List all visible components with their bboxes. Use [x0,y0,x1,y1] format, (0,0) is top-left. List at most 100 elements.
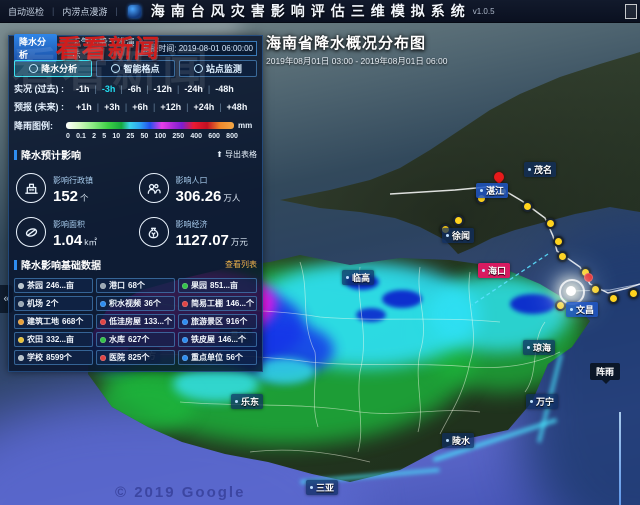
base-data-item[interactable]: 低洼房屋 133...个 [96,314,175,329]
category-dot-icon [100,337,106,343]
typhoon-eye-icon[interactable] [566,286,576,296]
window-control[interactable] [625,4,637,19]
base-data-label: 学校 [27,352,43,363]
category-dot-icon [100,355,106,361]
typhoon-track-point[interactable] [522,201,533,212]
legend-tick: 800 [226,133,238,140]
stat-label: 影响经济 [176,220,208,229]
base-data-item[interactable]: 重点单位 56个 [178,350,257,365]
city-label[interactable]: 陵水 [442,433,474,448]
city-label[interactable]: 琼海 [523,340,555,355]
base-data-item[interactable]: 简易工棚 146...个 [178,296,257,311]
mode-precip-analysis[interactable]: 降水分析 [14,60,92,77]
base-data-item[interactable]: 建筑工地 668个 [14,314,93,329]
city-label[interactable]: 茂名 [524,162,556,177]
actual-time-option[interactable]: -24h [172,84,203,94]
mode-smart-grid[interactable]: 智能格点 [96,60,174,77]
city-label[interactable]: 三亚 [306,480,338,495]
map-title: 海南省降水概况分布图 [266,32,447,53]
forecast-time-option[interactable]: +6h [120,102,148,112]
city-label[interactable]: 临高 [342,270,374,285]
typhoon-track-point[interactable] [608,293,619,304]
base-data-item[interactable]: 学校 8599个 [14,350,93,365]
base-data-item[interactable]: 旅游景区 916个 [178,314,257,329]
mode-label: 智能格点 [123,62,159,75]
stat-population: 影响人口 306.26万人 [139,170,256,206]
view-list-button[interactable]: 查看列表 [225,259,257,270]
forecast-time-option[interactable]: +12h [148,102,181,112]
actual-time-option[interactable]: -1h [76,84,90,94]
typhoon-track-point[interactable] [553,236,564,247]
panel-header: 降水分析 | 天气形势三维演示 预报时间: 2019-08-01 06:00:0… [14,40,257,56]
actual-time-option[interactable]: -48h [203,84,234,94]
category-dot-icon [182,337,188,343]
forecast-time-option[interactable]: +48h [214,102,247,112]
city-label[interactable]: 徐闻 [442,228,474,243]
city-label[interactable]: 湛江 [476,183,508,198]
mode-label: 站点监测 [206,62,242,75]
city-label[interactable]: 海口 [478,263,510,278]
base-data-item[interactable]: 医院 825个 [96,350,175,365]
forecast-time-option[interactable]: +3h [92,102,120,112]
legend-tick: 100 [154,133,166,140]
forecast-time-value: 2019-08-01 06:00:00 [179,44,253,53]
stat-value: 1127.07 [176,232,229,249]
stat-value: 152 [53,188,78,205]
base-data-grid: 茶园 246...亩 港口 68个 果园 851...亩 机场 [14,278,257,365]
typhoon-track-point[interactable] [453,215,464,226]
top-bar: 自动巡检 | 内涝点漫游 | 海南台风灾害影响评估三维模拟系统 v1.0.5 [0,0,640,23]
stat-unit: 万人 [223,193,240,203]
mode-icon [29,64,38,73]
typhoon-track-point[interactable] [590,284,601,295]
base-data-value: 68个 [128,280,145,291]
category-dot-icon [182,301,188,307]
export-table-button[interactable]: ⬆ 导出表格 [216,149,257,160]
forecast-time-option[interactable]: +1h [76,102,92,112]
typhoon-red-point[interactable] [584,273,593,282]
rain-heavycell [356,308,386,322]
base-data-item[interactable]: 铁皮屋 146...个 [178,332,257,347]
typhoon-track-point[interactable] [557,251,568,262]
app-title: 海南台风灾害影响评估三维模拟系统 [151,1,471,21]
legend-tick: 600 [208,133,220,140]
menu-waterlogging-roam[interactable]: 内涝点漫游 [62,5,107,18]
tab-divider: | [63,43,65,53]
base-data-label: 果园 [191,280,207,291]
app-logo [128,5,141,18]
base-data-item[interactable]: 港口 68个 [96,278,175,293]
stat-unit: k㎡ [84,237,97,247]
menu-auto-patrol[interactable]: 自动巡检 [8,5,44,18]
actual-time-option[interactable]: -6h [115,84,141,94]
mode-station-monitor[interactable]: 站点监测 [179,60,257,77]
base-data-item[interactable]: 积水视频 36个 [96,296,175,311]
base-data-item[interactable]: 果园 851...亩 [178,278,257,293]
actual-time-option[interactable]: -12h [141,84,172,94]
map-credit: © 2019 Google [115,484,245,501]
actual-time-option[interactable]: -3h [90,84,116,94]
tab-weather-3d[interactable]: 天气形势三维演示 [72,35,139,61]
base-data-item[interactable]: 农田 332...亩 [14,332,93,347]
base-data-item[interactable]: 水库 627个 [96,332,175,347]
tab-precipitation-analysis[interactable]: 降水分析 [14,34,57,62]
category-dot-icon [18,319,24,325]
city-label[interactable]: 文昌 [566,302,598,317]
base-data-value: 825个 [128,352,149,363]
legend-tick: 0.1 [76,133,86,140]
base-data-label: 茶园 [27,280,43,291]
city-label[interactable]: 万宁 [526,394,558,409]
legend-tick: 2 [92,133,96,140]
precipitation-panel: 降水分析 | 天气形势三维演示 预报时间: 2019-08-01 06:00:0… [8,35,263,372]
forecast-label: 预报 (未来) : [14,100,76,113]
legend-tick: 400 [190,133,202,140]
city-label[interactable]: 乐东 [231,394,263,409]
map-subtitle: 2019年08月01日 03:00 - 2019年08月01日 06:00 [266,55,447,67]
area-icon [16,217,46,247]
base-data-label: 铁皮屋 [191,334,215,345]
base-data-label: 农田 [27,334,43,345]
typhoon-track-point[interactable] [545,218,556,229]
typhoon-track-point[interactable] [628,288,639,299]
base-data-item[interactable]: 机场 2个 [14,296,93,311]
base-data-value: 146...个 [226,298,254,309]
base-data-item[interactable]: 茶园 246...亩 [14,278,93,293]
forecast-time-option[interactable]: +24h [181,102,214,112]
